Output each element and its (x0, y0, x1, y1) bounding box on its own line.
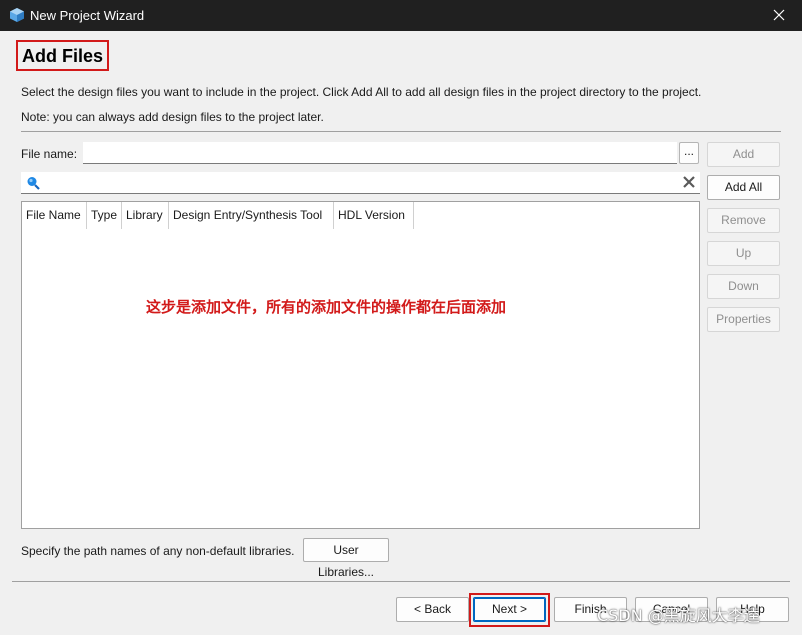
down-button[interactable]: Down (707, 274, 780, 299)
close-button[interactable] (756, 0, 802, 31)
up-button[interactable]: Up (707, 241, 780, 266)
description-text: Select the design files you want to incl… (21, 85, 702, 99)
close-icon (773, 9, 785, 21)
window-title: New Project Wizard (30, 8, 145, 23)
watermark: CSDN @黑旋风大李逵 (597, 606, 760, 625)
column-header-file-name[interactable]: File Name (22, 202, 87, 229)
column-header-type[interactable]: Type (87, 202, 122, 229)
clear-search-icon[interactable] (682, 175, 696, 192)
file-name-label: File name: (21, 147, 78, 161)
page-title: Add Files (16, 40, 110, 71)
next-button[interactable]: Next > (473, 597, 546, 622)
column-header-tool[interactable]: Design Entry/Synthesis Tool (169, 202, 334, 229)
title-bar: New Project Wizard (0, 0, 802, 31)
note-text: Note: you can always add design files to… (21, 110, 324, 124)
search-icon (25, 175, 41, 194)
browse-button[interactable]: ... (679, 142, 699, 164)
files-table[interactable]: File Name Type Library Design Entry/Synt… (21, 201, 700, 529)
column-header-hdl-version[interactable]: HDL Version (334, 202, 414, 229)
file-name-input[interactable] (83, 142, 677, 164)
back-button[interactable]: < Back (396, 597, 469, 622)
libraries-label: Specify the path names of any non-defaul… (21, 544, 295, 558)
user-libraries-button[interactable]: User Libraries... (303, 538, 389, 579)
search-input[interactable] (21, 172, 700, 194)
remove-button[interactable]: Remove (707, 208, 780, 233)
add-button[interactable]: Add (707, 142, 780, 167)
footer-divider (12, 581, 790, 582)
properties-button[interactable]: Properties (707, 307, 780, 332)
app-icon (9, 7, 25, 23)
add-all-button[interactable]: Add All (707, 175, 780, 200)
annotation-text: 这步是添加文件，所有的添加文件的操作都在后面添加 (146, 298, 507, 316)
divider (21, 131, 781, 132)
column-header-library[interactable]: Library (122, 202, 169, 229)
